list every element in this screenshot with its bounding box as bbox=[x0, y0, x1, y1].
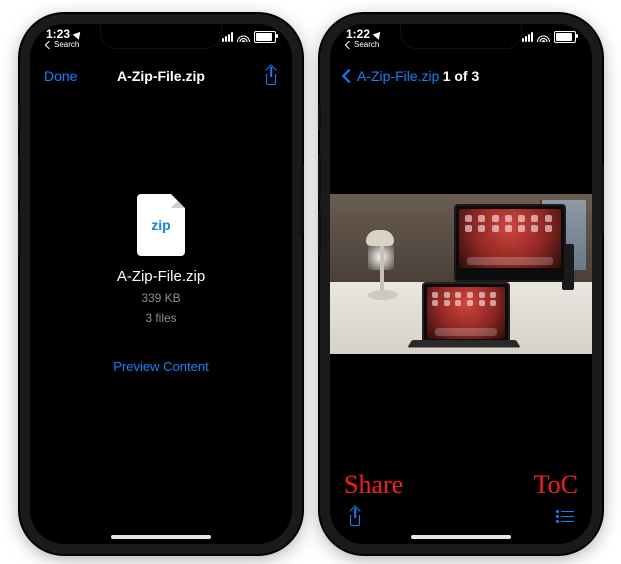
volume-down bbox=[318, 210, 321, 256]
screen-right: 1:22 Search A-Zip-File.z bbox=[330, 24, 592, 544]
volume-up bbox=[318, 154, 321, 200]
zip-file-icon: zip bbox=[137, 194, 185, 256]
breadcrumb-back[interactable]: Search bbox=[346, 41, 382, 49]
phone-frame-left: 1:23 Search Done A-Zip-File.zip bbox=[20, 14, 302, 554]
notch bbox=[100, 24, 222, 49]
file-size-label: 339 KB bbox=[141, 291, 180, 305]
done-button[interactable]: Done bbox=[44, 68, 77, 84]
cell-signal-icon bbox=[222, 32, 233, 42]
screen-left: 1:23 Search Done A-Zip-File.zip bbox=[30, 24, 292, 544]
side-button bbox=[301, 164, 304, 234]
side-button bbox=[601, 164, 604, 234]
location-icon bbox=[73, 29, 84, 40]
chevron-left-icon bbox=[342, 69, 356, 83]
mute-switch bbox=[318, 104, 321, 130]
preview-image[interactable] bbox=[330, 194, 592, 354]
phone-frame-right: 1:22 Search A-Zip-File.z bbox=[320, 14, 602, 554]
share-icon bbox=[348, 508, 362, 526]
monitor-in-photo bbox=[454, 204, 566, 282]
breadcrumb-back[interactable]: Search bbox=[46, 41, 82, 49]
volume-up bbox=[18, 154, 21, 200]
battery-icon bbox=[554, 31, 576, 43]
location-icon bbox=[373, 29, 384, 40]
mute-switch bbox=[18, 104, 21, 130]
share-icon bbox=[264, 67, 278, 85]
nav-bar: Done A-Zip-File.zip bbox=[30, 58, 292, 94]
chevron-left-icon bbox=[345, 41, 353, 49]
share-button[interactable] bbox=[348, 508, 362, 531]
status-time: 1:23 bbox=[46, 28, 82, 40]
status-right bbox=[222, 28, 276, 43]
annotation-overlay: Share ToC bbox=[330, 470, 592, 500]
lamp-in-photo bbox=[366, 230, 394, 246]
ipad-in-photo bbox=[422, 282, 510, 344]
clock-label: 1:23 bbox=[46, 28, 70, 40]
share-button[interactable] bbox=[264, 67, 278, 85]
file-name-label: A-Zip-File.zip bbox=[117, 268, 205, 285]
bottom-toolbar bbox=[330, 504, 592, 534]
two-phone-mockup: 1:23 Search Done A-Zip-File.zip bbox=[0, 0, 621, 564]
battery-icon bbox=[254, 31, 276, 43]
table-of-contents-button[interactable] bbox=[556, 510, 574, 529]
annotation-share-label: Share bbox=[344, 470, 403, 500]
nav-bar: A-Zip-File.zip 1 of 3 bbox=[330, 58, 592, 94]
home-indicator[interactable] bbox=[411, 535, 511, 539]
preview-content-button[interactable]: Preview Content bbox=[113, 359, 208, 374]
notch bbox=[400, 24, 522, 49]
annotation-toc-label: ToC bbox=[534, 470, 578, 500]
wifi-icon bbox=[237, 32, 250, 42]
volume-down bbox=[18, 210, 21, 256]
clock-label: 1:22 bbox=[346, 28, 370, 40]
back-button[interactable]: A-Zip-File.zip bbox=[344, 68, 439, 84]
file-count-label: 3 files bbox=[145, 311, 176, 325]
zip-badge-label: zip bbox=[151, 217, 170, 233]
wifi-icon bbox=[537, 32, 550, 42]
cell-signal-icon bbox=[522, 32, 533, 42]
breadcrumb-label: Search bbox=[354, 41, 379, 49]
status-right bbox=[522, 28, 576, 43]
list-icon bbox=[556, 510, 574, 524]
keyboard-in-photo bbox=[407, 340, 520, 347]
breadcrumb-label: Search bbox=[54, 41, 79, 49]
status-time: 1:22 bbox=[346, 28, 382, 40]
chevron-left-icon bbox=[45, 41, 53, 49]
home-indicator[interactable] bbox=[111, 535, 211, 539]
file-info-panel: zip A-Zip-File.zip 339 KB 3 files Previe… bbox=[30, 24, 292, 544]
back-title-label: A-Zip-File.zip bbox=[357, 68, 439, 84]
